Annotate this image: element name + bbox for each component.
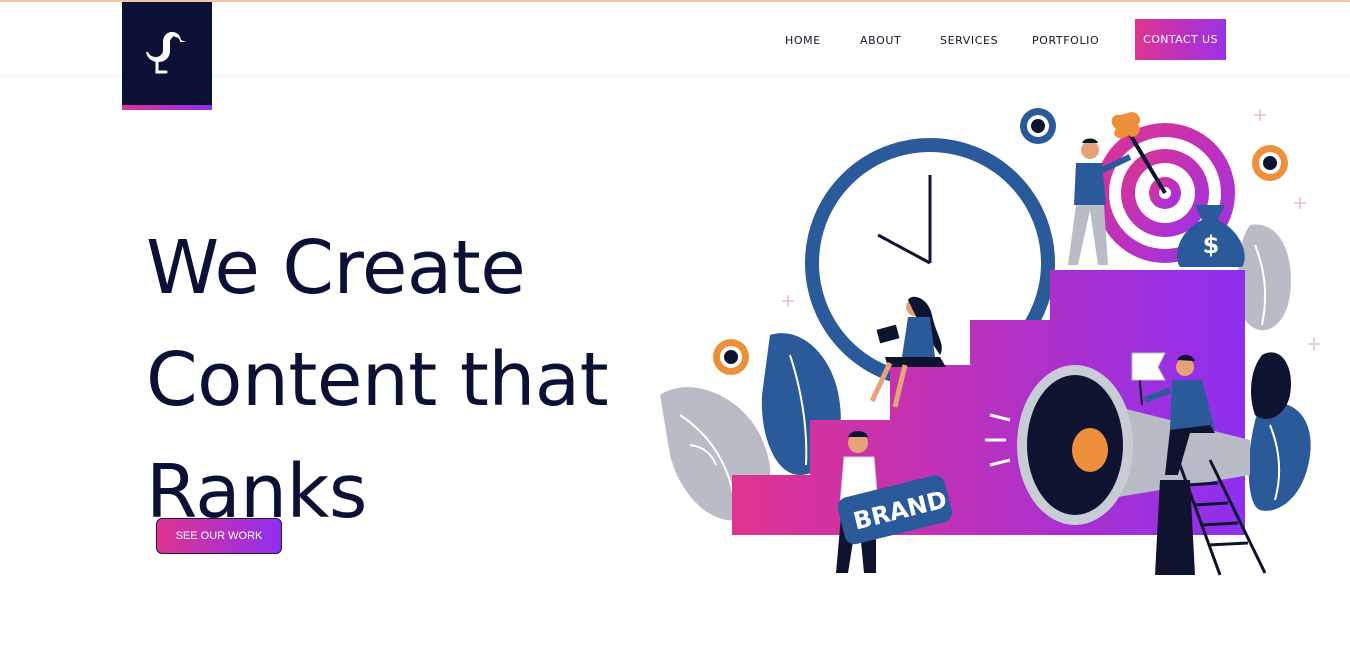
headline-line-1: We Create bbox=[146, 225, 526, 311]
blue-leaves-right bbox=[1248, 402, 1311, 511]
nav-home[interactable]: HOME bbox=[785, 34, 821, 47]
hero-illustration: $ BRAND bbox=[660, 108, 1320, 576]
bird-logo-icon bbox=[146, 32, 186, 74]
hero-headline: We Create Content that Ranks bbox=[146, 212, 666, 548]
gear-icon bbox=[1252, 145, 1288, 181]
site-logo[interactable] bbox=[122, 2, 212, 110]
nav-about[interactable]: ABOUT bbox=[860, 34, 901, 47]
contact-us-button[interactable]: CONTACT US bbox=[1135, 19, 1226, 60]
logo-accent-bar bbox=[122, 105, 212, 110]
money-symbol: $ bbox=[1203, 231, 1220, 259]
grey-leaves-right bbox=[1238, 224, 1291, 331]
headline-line-2: Content that bbox=[146, 337, 609, 423]
gear-icon bbox=[1020, 108, 1056, 144]
gear-icon bbox=[713, 339, 749, 375]
nav-services[interactable]: SERVICES bbox=[940, 34, 998, 47]
see-our-work-button[interactable]: SEE OUR WORK bbox=[156, 518, 282, 554]
nav-portfolio[interactable]: PORTFOLIO bbox=[1032, 34, 1099, 47]
